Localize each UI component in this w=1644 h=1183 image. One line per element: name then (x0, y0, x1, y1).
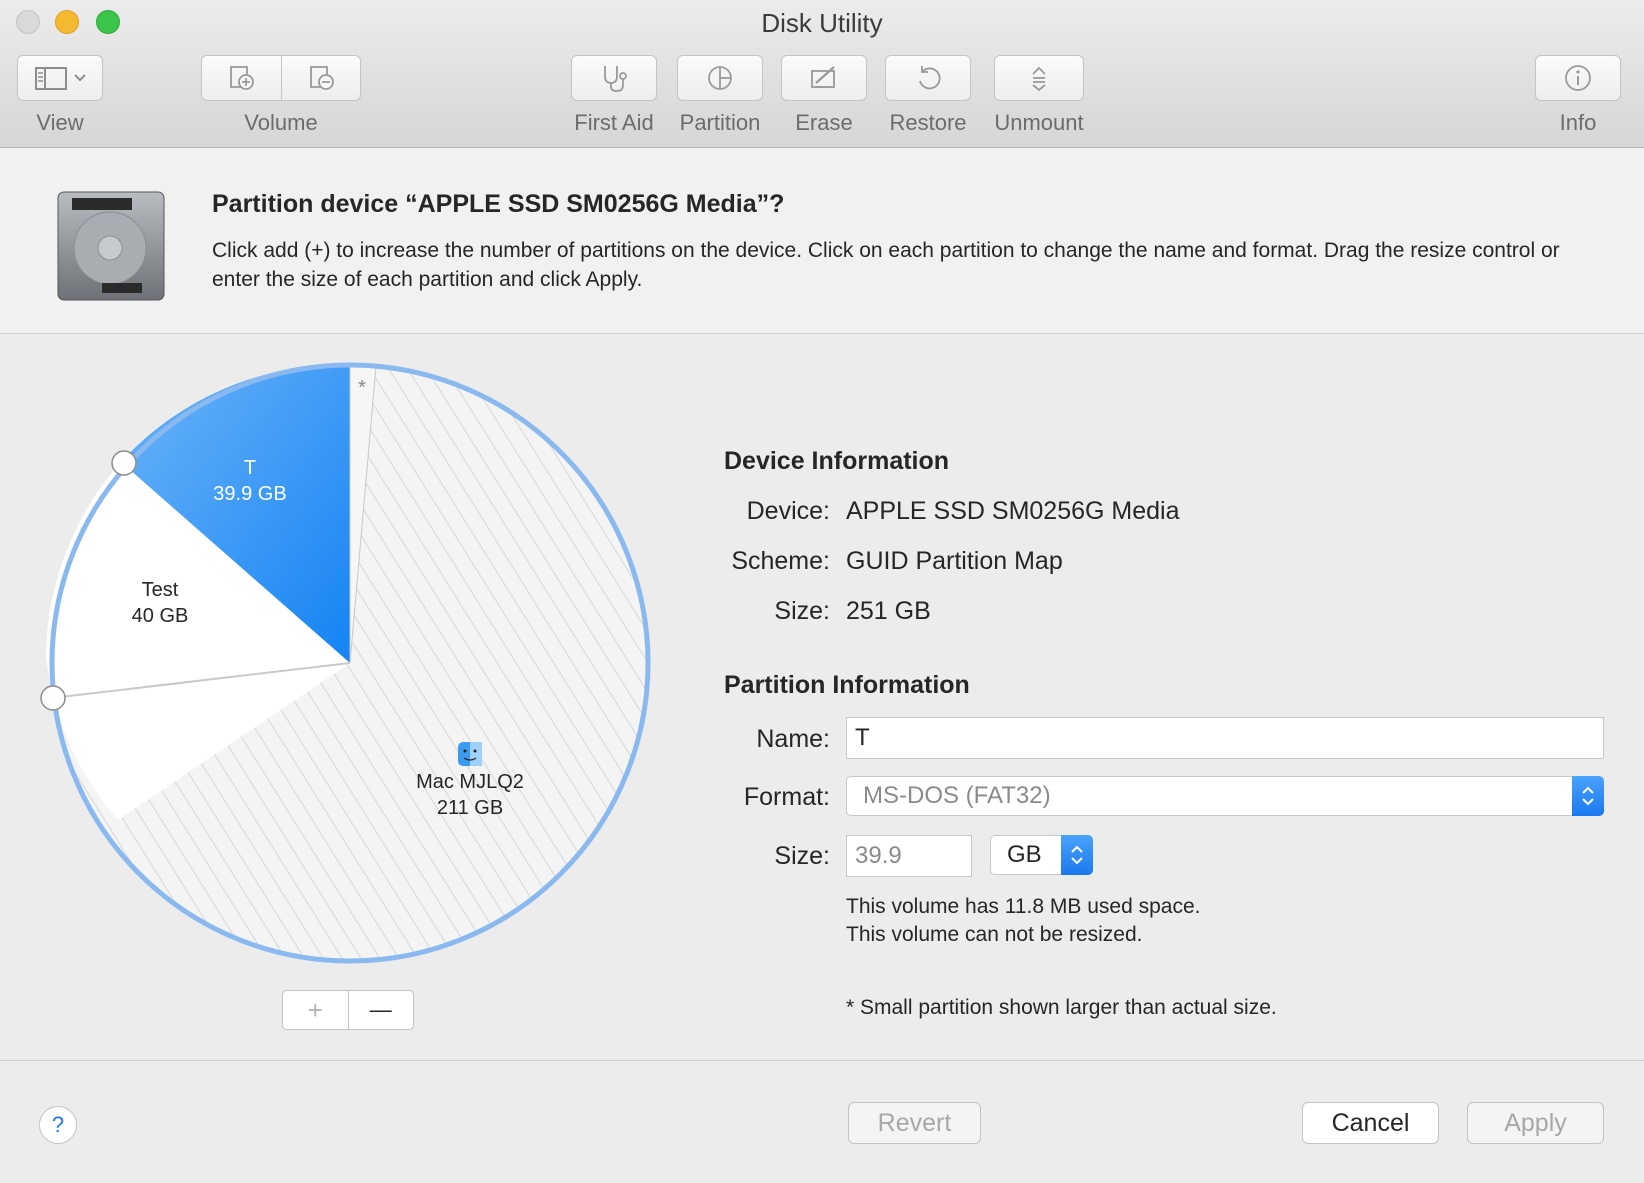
partition-button[interactable] (677, 55, 763, 101)
erase-icon (811, 66, 835, 88)
partition-info-heading: Partition Information (724, 671, 970, 699)
format-popup[interactable]: MS-DOS (FAT32) (846, 776, 1604, 816)
page-title: Partition device “APPLE SSD SM0256G Medi… (212, 190, 785, 218)
restore-label: Restore (889, 110, 967, 135)
first-aid-label: First Aid (574, 110, 654, 135)
hard-disk-icon (52, 188, 170, 311)
pie-label-test: Test 40 GB (100, 577, 220, 629)
scheme-value: GUID Partition Map (846, 547, 1063, 575)
partition-size-label: Size: (774, 842, 830, 870)
add-volume-button[interactable] (202, 56, 281, 100)
partition-size-field[interactable]: 39.9 (846, 835, 972, 877)
format-popup-value: MS-DOS (FAT32) (863, 782, 1051, 809)
volume-label: Volume (244, 110, 318, 135)
pie-label-t: T 39.9 GB (190, 455, 310, 507)
restore-button[interactable] (885, 55, 971, 101)
device-size-value: 251 GB (846, 597, 931, 625)
eject-icon (1032, 66, 1046, 92)
scheme-label: Scheme: (731, 547, 830, 575)
title-bar: Disk Utility View Volume First Aid Parti… (0, 0, 1644, 148)
resize-handle-top[interactable] (111, 450, 137, 476)
name-label: Name: (756, 725, 830, 753)
format-popup-arrows-icon (1572, 776, 1604, 816)
remove-partition-button[interactable]: — (347, 991, 414, 1029)
resize-handle-left[interactable] (40, 685, 66, 711)
info-icon (1565, 65, 1591, 91)
first-aid-button[interactable] (571, 55, 657, 101)
size-unit-arrows-icon (1061, 835, 1093, 875)
partition-label: Partition (679, 110, 761, 135)
erase-button[interactable] (781, 55, 867, 101)
erase-label: Erase (795, 110, 853, 135)
partition-name-field[interactable]: T (846, 717, 1604, 759)
partition-pie-chart: T 39.9 GB Test 40 GB Mac MJLQ2 211 GB * (40, 355, 660, 975)
add-partition-button[interactable]: + (283, 991, 348, 1029)
apply-button[interactable]: Apply (1467, 1102, 1604, 1144)
unmount-label: Unmount (994, 110, 1084, 135)
page-description: Click add (+) to increase the number of … (212, 239, 1560, 291)
partition-header: Partition device “APPLE SSD SM0256G Medi… (0, 148, 1644, 334)
help-button[interactable]: ? (39, 1106, 77, 1144)
pie-label-test-name: Test (141, 579, 179, 601)
remove-volume-icon (309, 66, 334, 90)
volume-segmented-control[interactable] (201, 55, 361, 101)
pie-label-mac-mjlq2-size: 211 GB (436, 797, 504, 819)
stethoscope-icon (604, 66, 627, 92)
pie-label-mac-mjlq2-name: Mac MJLQ2 (416, 771, 524, 793)
size-unit-popup[interactable]: GB (990, 835, 1093, 875)
restore-icon (919, 66, 941, 90)
device-size-label: Size: (774, 597, 830, 625)
view-button[interactable] (17, 55, 103, 101)
used-space-note: This volume has 11.8 MB used space. (846, 895, 1201, 918)
info-label: Info (1559, 110, 1597, 135)
pie-label-mac-mjlq2: Mac MJLQ2 211 GB (390, 741, 550, 821)
cancel-button[interactable]: Cancel (1302, 1102, 1439, 1144)
add-volume-icon (230, 66, 255, 90)
view-label: View (36, 110, 84, 135)
small-partition-marker: * (358, 377, 366, 399)
window-title: Disk Utility (761, 8, 883, 38)
revert-button[interactable]: Revert (848, 1102, 981, 1144)
unmount-button[interactable] (994, 55, 1084, 101)
small-partition-note: * Small partition shown larger than actu… (846, 996, 1277, 1019)
pie-label-test-size: 40 GB (131, 605, 189, 627)
info-button[interactable] (1535, 55, 1621, 101)
pie-label-t-name: T (243, 457, 257, 479)
pie-label-t-size: 39.9 GB (213, 483, 287, 505)
device-value: APPLE SSD SM0256G Media (846, 497, 1180, 525)
add-remove-partition-control: + — (282, 990, 414, 1030)
sidebar-icon (35, 67, 86, 90)
format-label: Format: (743, 783, 830, 811)
partition-icon (708, 66, 732, 90)
resize-note: This volume can not be resized. (846, 923, 1143, 946)
remove-volume-button[interactable] (280, 56, 360, 100)
device-info-heading: Device Information (724, 447, 950, 475)
device-label: Device: (746, 497, 830, 525)
size-unit-value: GB (1007, 841, 1042, 868)
finder-icon (458, 742, 482, 766)
